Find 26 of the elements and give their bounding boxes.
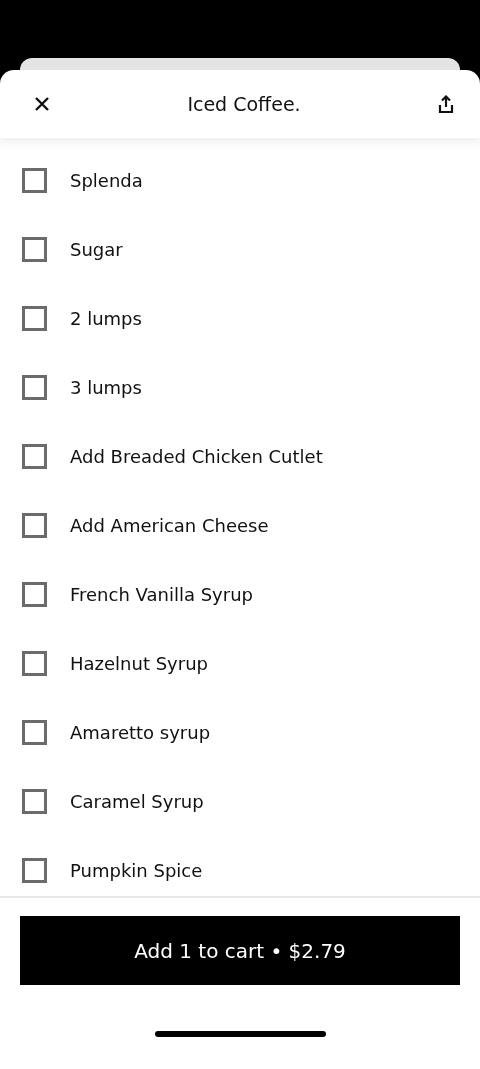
share-icon (438, 95, 454, 113)
option-label: Splenda (70, 170, 143, 191)
option-label: Amaretto syrup (70, 722, 211, 743)
option-label: Add American Cheese (70, 515, 269, 536)
checkbox[interactable] (22, 444, 47, 469)
checkbox[interactable] (22, 789, 47, 814)
checkbox[interactable] (22, 651, 47, 676)
option-label: French Vanilla Syrup (70, 584, 253, 605)
checkbox[interactable] (22, 306, 47, 331)
option-label: Pumpkin Spice (70, 860, 203, 881)
option-label: 2 lumps (70, 308, 142, 329)
item-title: Iced Coffee. (187, 93, 301, 115)
option-label: 3 lumps (70, 377, 142, 398)
checkbox[interactable] (22, 375, 47, 400)
checkbox[interactable] (22, 237, 47, 262)
close-icon (34, 96, 50, 112)
checkbox[interactable] (22, 513, 47, 538)
checkbox[interactable] (22, 168, 47, 193)
add-to-cart-button[interactable]: Add 1 to cart • $2.79 (20, 916, 460, 985)
option-label: Hazelnut Syrup (70, 653, 208, 674)
option-label: Add Breaded Chicken Cutlet (70, 446, 323, 467)
checkbox[interactable] (22, 858, 47, 883)
checkbox[interactable] (22, 720, 47, 745)
option-label: Caramel Syrup (70, 791, 204, 812)
checkbox[interactable] (22, 582, 47, 607)
option-label: Sugar (70, 239, 123, 260)
